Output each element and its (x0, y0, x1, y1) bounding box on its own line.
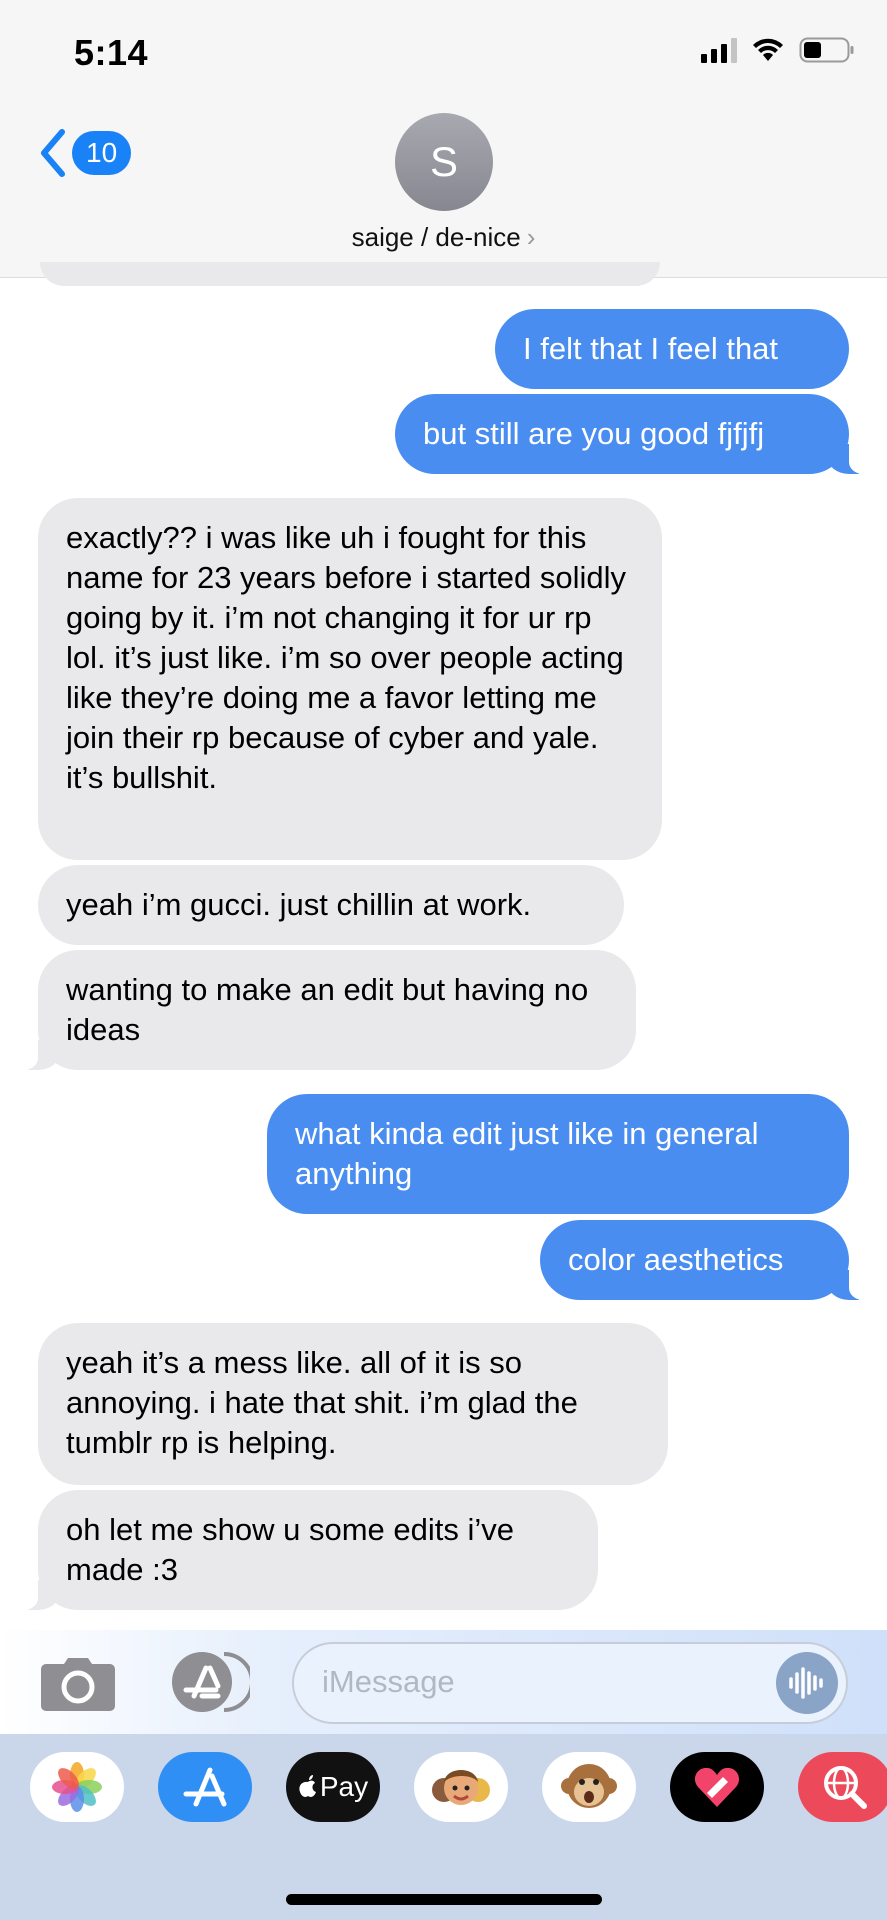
message-bubble-sent[interactable]: I felt that I feel that (495, 309, 849, 389)
apple-pay-label: Pay (319, 1771, 369, 1802)
message-bubble-received[interactable]: exactly?? i was like uh i fought for thi… (38, 498, 662, 860)
camera-button[interactable] (40, 1656, 116, 1712)
animoji-app-button[interactable] (542, 1752, 636, 1822)
wifi-icon (751, 37, 785, 63)
status-time: 5:14 (74, 32, 149, 73)
app-store-icon (183, 1767, 227, 1807)
web-search-app-button[interactable] (798, 1752, 887, 1822)
apple-pay-icon (299, 1775, 316, 1797)
contact-avatar[interactable]: S (395, 113, 493, 211)
message-bubble-sent[interactable]: color aesthetics (540, 1220, 871, 1300)
message-bubble-received[interactable]: yeah it’s a mess like. all of it is so a… (38, 1323, 668, 1485)
chevron-right-icon: › (526, 222, 536, 252)
web-search-icon (824, 1766, 867, 1809)
camera-icon (41, 1658, 115, 1711)
unread-count-badge: 10 (72, 131, 132, 175)
digital-touch-icon (694, 1767, 740, 1807)
message-bubble-sent[interactable]: but still are you good fjfjfj (395, 394, 871, 474)
photos-icon (52, 1762, 102, 1812)
battery-icon (799, 36, 855, 64)
imessage-app-drawer: Pay (0, 1734, 887, 1920)
cellular-signal-icon (701, 37, 737, 63)
app-store-icon (172, 1652, 254, 1712)
apple-pay-app-button[interactable]: Pay (286, 1752, 380, 1822)
photos-app-button[interactable] (30, 1752, 124, 1822)
message-input[interactable]: iMessage (292, 1642, 848, 1724)
conversation-header: 5:14 10 S saige / de-nice › (0, 0, 887, 278)
message-bubble-received[interactable]: yeah i’m gucci. just chillin at work. (38, 865, 624, 945)
apps-button[interactable] (166, 1650, 254, 1714)
digital-touch-app-button[interactable] (670, 1752, 764, 1822)
back-button[interactable]: 10 (36, 128, 132, 178)
home-indicator[interactable] (286, 1894, 602, 1905)
contact-name: saige / de-nice (351, 222, 521, 252)
compose-bar: iMessage (0, 1630, 887, 1734)
memoji-icon (432, 1770, 490, 1805)
waveform-icon (789, 1667, 823, 1699)
status-icons (701, 36, 855, 64)
app-store-app-button[interactable] (158, 1752, 252, 1822)
message-bubble-received[interactable]: wanting to make an edit but having no id… (16, 950, 636, 1070)
contact-name-button[interactable]: saige / de-nice › (0, 222, 887, 253)
animoji-monkey-icon (561, 1764, 617, 1808)
message-input-placeholder: iMessage (322, 1664, 455, 1699)
previous-message-bubble (40, 262, 660, 286)
audio-message-button[interactable] (776, 1652, 838, 1714)
memoji-app-button[interactable] (414, 1752, 508, 1822)
message-bubble-sent[interactable]: what kinda edit just like in general any… (267, 1094, 849, 1214)
message-bubble-received[interactable]: oh let me show u some edits i’ve made :3 (16, 1490, 598, 1610)
chevron-left-icon (41, 129, 65, 177)
